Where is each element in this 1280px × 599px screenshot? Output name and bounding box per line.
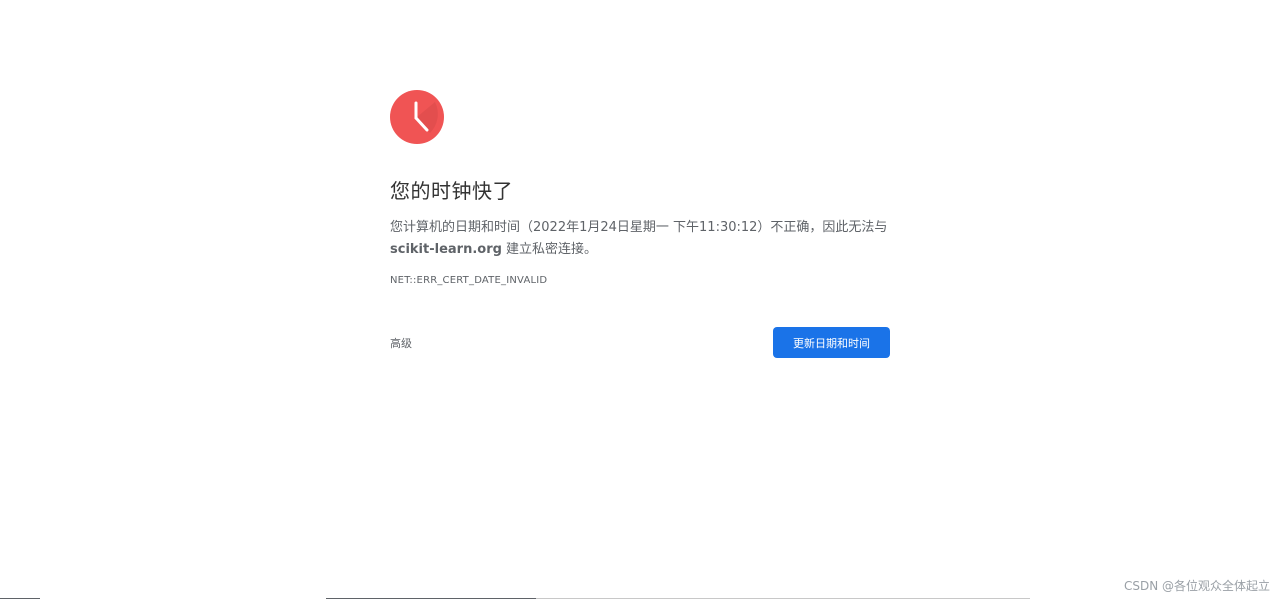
page-title: 您的时钟快了 <box>390 179 513 203</box>
explanation-suffix: 建立私密连接。 <box>501 242 598 257</box>
error-code: NET::ERR_CERT_DATE_INVALID <box>390 275 548 286</box>
explanation-prefix: 您计算机的日期和时间（2022年1月24日星期一 下午11:30:12）不正确，… <box>390 220 888 235</box>
advanced-button[interactable]: 高级 <box>390 335 412 351</box>
button-row: 高级 更新日期和时间 <box>390 327 890 358</box>
error-explanation: 您计算机的日期和时间（2022年1月24日星期一 下午11:30:12）不正确，… <box>390 217 890 261</box>
watermark: CSDN @各位观众全体起立 <box>1123 579 1270 593</box>
site-name: scikit-learn.org <box>390 242 502 257</box>
update-date-time-button[interactable]: 更新日期和时间 <box>773 327 890 358</box>
interstitial-container: 您的时钟快了 您计算机的日期和时间（2022年1月24日星期一 下午11:30:… <box>390 90 890 358</box>
error-page: 您的时钟快了 您计算机的日期和时间（2022年1月24日星期一 下午11:30:… <box>0 0 1280 599</box>
clock-icon <box>390 90 444 144</box>
